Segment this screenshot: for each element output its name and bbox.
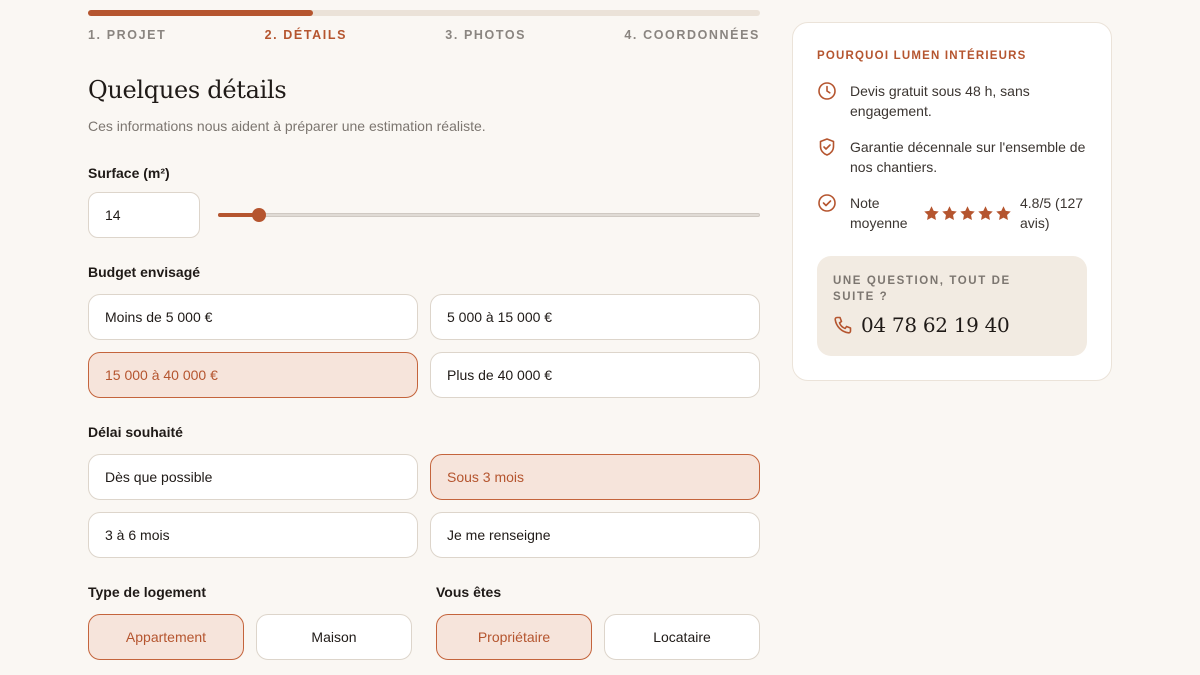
surface-slider[interactable] — [218, 203, 760, 227]
star-icon — [960, 206, 975, 221]
rating-value: 4.8/5 (127 avis) — [1020, 195, 1084, 231]
shield-check-icon — [819, 138, 835, 156]
delai-option[interactable]: Sous 3 mois — [430, 454, 760, 500]
delai-option[interactable]: Je me renseigne — [430, 512, 760, 558]
rating-row: Note moyenne 4.8/5 (127 avis) — [817, 193, 1097, 235]
delai-option[interactable]: 3 à 6 mois — [88, 512, 418, 558]
step-projet[interactable]: 1. PROJET — [88, 28, 166, 42]
progress-bar — [88, 10, 760, 16]
statut-option[interactable]: Locataire — [604, 614, 760, 660]
step-coordonnees[interactable]: 4. COORDONNÉES — [624, 28, 760, 42]
statut-option[interactable]: Propriétaire — [436, 614, 592, 660]
clock-icon — [818, 82, 836, 100]
slider-thumb[interactable] — [251, 208, 266, 222]
step-details[interactable]: 2. DÉTAILS — [265, 28, 347, 42]
budget-option[interactable]: Plus de 40 000 € — [430, 352, 760, 398]
page-subtitle: Ces informations nous aident à préparer … — [88, 118, 486, 134]
rating-stars — [923, 205, 1012, 222]
contact-box: UNE QUESTION, TOUT DE SUITE ? 04 78 62 1… — [817, 256, 1087, 356]
steps-nav: 1. PROJET 2. DÉTAILS 3. PHOTOS 4. COORDO… — [88, 28, 760, 42]
star-icon — [924, 206, 939, 221]
surface-label: Surface (m²) — [88, 165, 170, 181]
progress-fill — [88, 10, 314, 16]
rating-label: Note moyenne — [850, 195, 908, 231]
star-icon — [996, 206, 1011, 221]
feature-text: Devis gratuit sous 48 h, sans engagement… — [850, 83, 1030, 119]
logement-option[interactable]: Maison — [256, 614, 412, 660]
slider-track — [218, 213, 760, 217]
statut-label: Vous êtes — [436, 584, 502, 600]
budget-option[interactable]: 15 000 à 40 000 € — [88, 352, 418, 398]
phone-icon — [834, 316, 852, 334]
logement-label: Type de logement — [88, 584, 206, 600]
budget-option[interactable]: 5 000 à 15 000 € — [430, 294, 760, 340]
delai-label: Délai souhaité — [88, 424, 183, 440]
contact-label: UNE QUESTION, TOUT DE SUITE ? — [833, 275, 1011, 303]
badge-check-icon — [818, 194, 836, 212]
sidebar-card: POURQUOI LUMEN INTÉRIEURS Devis gratuit … — [792, 22, 1112, 381]
budget-option[interactable]: Moins de 5 000 € — [88, 294, 418, 340]
step-photos[interactable]: 3. PHOTOS — [445, 28, 526, 42]
surface-input[interactable]: 14 — [88, 192, 200, 238]
budget-label: Budget envisagé — [88, 264, 201, 280]
page-title: Quelques détails — [88, 76, 287, 104]
logement-option[interactable]: Appartement — [88, 614, 244, 660]
sidebar-title: POURQUOI LUMEN INTÉRIEURS — [817, 50, 1027, 62]
feature-item: Devis gratuit sous 48 h, sans engagement… — [817, 81, 1097, 121]
feature-item: Garantie décennale sur l'ensemble de nos… — [817, 137, 1097, 177]
delai-option[interactable]: Dès que possible — [88, 454, 418, 500]
feature-text: Garantie décennale sur l'ensemble de nos… — [850, 139, 1086, 175]
star-icon — [978, 206, 993, 221]
star-icon — [942, 206, 957, 221]
contact-phone-link[interactable]: 04 78 62 19 40 — [861, 313, 1010, 337]
